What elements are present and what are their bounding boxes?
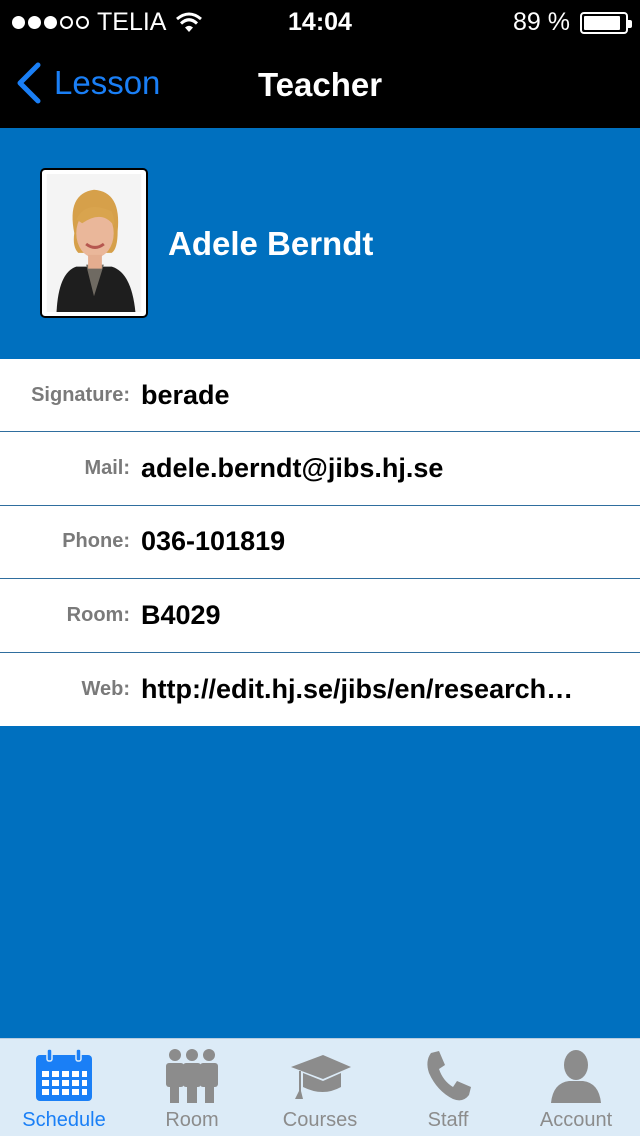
person-icon bbox=[551, 1050, 601, 1103]
detail-label: Room: bbox=[66, 603, 130, 626]
detail-label: Phone: bbox=[62, 530, 130, 553]
page-title: Teacher bbox=[257, 66, 383, 103]
graduation-cap-icon bbox=[291, 1055, 351, 1099]
mail-link[interactable]: adele.berndt@jibs.hj.se bbox=[141, 453, 596, 484]
phone-link[interactable]: 036-101819 bbox=[141, 526, 596, 557]
teacher-photo bbox=[40, 168, 148, 318]
tab-account[interactable]: Account bbox=[512, 1039, 640, 1136]
teacher-profile-header: Adele Berndt bbox=[0, 128, 640, 359]
battery-icon bbox=[580, 11, 632, 34]
status-bar: TELIA 14:04 89 % bbox=[0, 0, 640, 42]
tab-schedule[interactable]: Schedule bbox=[0, 1039, 128, 1136]
battery-percentage: 89 % bbox=[513, 8, 570, 36]
tab-room[interactable]: Room bbox=[128, 1039, 256, 1136]
detail-label: Mail: bbox=[84, 457, 130, 480]
phone-icon bbox=[427, 1051, 471, 1101]
tab-label: Schedule bbox=[22, 1109, 106, 1131]
web-link[interactable]: http://edit.hj.se/jibs/en/research… bbox=[141, 674, 596, 705]
tab-bar: Schedule Room Courses Staff Account bbox=[0, 1038, 640, 1136]
detail-row-phone[interactable]: Phone: 036-101819 bbox=[0, 506, 640, 580]
detail-value: berade bbox=[141, 379, 230, 410]
tab-label: Room bbox=[165, 1109, 219, 1131]
status-right: 89 % bbox=[513, 8, 632, 37]
calendar-icon bbox=[36, 1048, 92, 1101]
tab-staff[interactable]: Staff bbox=[384, 1039, 512, 1136]
detail-label: Signature: bbox=[31, 383, 130, 406]
people-icon bbox=[166, 1049, 218, 1103]
tab-courses[interactable]: Courses bbox=[256, 1039, 384, 1136]
detail-row-signature: Signature: berade bbox=[0, 359, 640, 433]
detail-value: B4029 bbox=[141, 599, 221, 630]
tab-label: Courses bbox=[282, 1109, 358, 1131]
teacher-portrait-image bbox=[46, 174, 142, 312]
tab-label: Staff bbox=[427, 1109, 469, 1131]
detail-label: Web: bbox=[81, 677, 130, 700]
teacher-name: Adele Berndt bbox=[168, 225, 374, 262]
teacher-details-list: Signature: berade Mail: adele.berndt@jib… bbox=[0, 359, 640, 726]
navigation-bar: Lesson Teacher bbox=[0, 42, 640, 128]
detail-row-mail[interactable]: Mail: adele.berndt@jibs.hj.se bbox=[0, 432, 640, 506]
detail-row-web[interactable]: Web: http://edit.hj.se/jibs/en/research… bbox=[0, 653, 640, 726]
tab-label: Account bbox=[539, 1109, 613, 1131]
detail-row-room: Room: B4029 bbox=[0, 579, 640, 653]
